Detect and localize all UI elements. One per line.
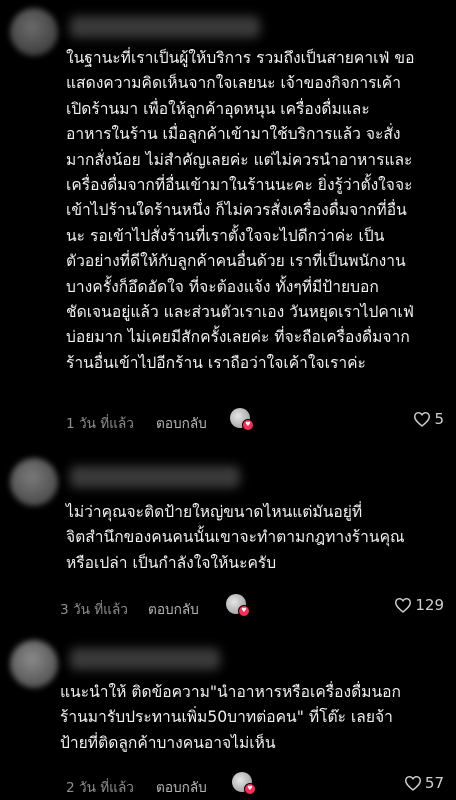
heart-badge-icon: ♥ <box>242 419 254 431</box>
comment-line: เครื่องดื่มจากที่อื่นเข้ามาในร้านนะคะ ยิ… <box>66 176 413 195</box>
username[interactable] <box>70 648 220 670</box>
username[interactable] <box>70 466 240 488</box>
heart-badge-icon: ♥ <box>238 605 250 617</box>
like-count: 129 <box>415 596 444 614</box>
comment-line: จิตสำนึกของคนคนนั้นเขาจะทำตามกฎทางร้านคุ… <box>66 528 405 547</box>
comment-line: ตัวอย่างที่ดีให้กับลูกค้าคนอื่นด้วย เราท… <box>66 252 406 271</box>
heart-outline-icon <box>395 597 412 613</box>
avatar[interactable] <box>10 640 58 688</box>
username[interactable] <box>70 16 260 38</box>
heart-outline-icon <box>414 411 431 427</box>
comment-line: อาหารในร้าน เมื่อลูกค้าเข้ามาใช้บริการแล… <box>66 125 401 144</box>
comment-line: ป้ายที่ติดลูกค้าบางคนอาจไม่เห็น <box>60 733 276 752</box>
comment-text: ไม่ว่าคุณจะติดป้ายใหญ่ขนาดไหนแต่มันอยู่ท… <box>66 500 446 576</box>
comment-meta: 3 วัน ที่แล้ว ตอบกลับ ♥ 129 <box>60 594 444 620</box>
reply-button[interactable]: ตอบกลับ <box>156 412 207 434</box>
comment-text: ในฐานะที่เราเป็นผู้ให้บริการ รวมถึงเป็นส… <box>66 46 446 376</box>
timestamp: 1 วัน ที่แล้ว <box>66 416 134 432</box>
comment-feed: ในฐานะที่เราเป็นผู้ให้บริการ รวมถึงเป็นส… <box>0 0 456 800</box>
like-button[interactable]: 5 <box>413 410 444 428</box>
like-button[interactable]: 129 <box>394 596 444 614</box>
comment-line: บ่อยมาก ไม่เคยมีสักครั้งเลยค่ะ ที่จะถือเ… <box>66 328 410 347</box>
comment-item: ในฐานะที่เราเป็นผู้ให้บริการ รวมถึงเป็นส… <box>0 0 456 440</box>
comment-line: ร้านมารับประทานเพิ่ม50บาทต่อคน" ที่โต๊ะ … <box>60 708 393 727</box>
like-count: 5 <box>434 410 444 428</box>
heart-badge-icon: ♥ <box>244 783 256 795</box>
comment-text: แนะนำให้ ติดข้อความ"นำอาหารหรือเครื่องดื… <box>60 680 446 756</box>
comment-line: ร้านอื่นเข้าไปอีกร้าน เราถือว่าใจเค้าใจเ… <box>66 353 366 372</box>
timestamp: 2 วัน ที่แล้ว <box>66 780 134 796</box>
like-count: 57 <box>424 774 444 792</box>
comment-meta: 2 วัน ที่แล้ว ตอบกลับ ♥ 57 <box>66 772 444 798</box>
comment-line: เข้าไปร้านใดร้านหนึ่ง ก็ไม่ควรสั่งเครื่อ… <box>66 201 407 220</box>
comment-line: แนะนำให้ ติดข้อความ"นำอาหารหรือเครื่องดื… <box>60 683 401 701</box>
timestamp: 3 วัน ที่แล้ว <box>60 602 128 618</box>
comment-line: บางครั้งก็อึดอัดใจ ที่จะต้องแจ้ง ทั้งๆที… <box>66 277 379 296</box>
comment-item: แนะนำให้ ติดข้อความ"นำอาหารหรือเครื่องดื… <box>0 634 456 800</box>
avatar[interactable] <box>10 8 58 56</box>
comment-item: ไม่ว่าคุณจะติดป้ายใหญ่ขนาดไหนแต่มันอยู่ท… <box>0 448 456 628</box>
comment-line: มากสั่งน้อย ไม่สำคัญเลยค่ะ แต่ไม่ควรนำอา… <box>66 150 413 169</box>
comment-line: เปิดร้านมา เพื่อให้ลูกค้าอุดหนุน เครื่อง… <box>66 99 370 118</box>
like-button[interactable]: 57 <box>404 774 444 792</box>
comment-line: นะ รอเข้าไปสั่งร้านที่เราตั้งใจจะไปดีกว่… <box>66 226 385 245</box>
comment-line: ชัดเจนอยู่แล้ว และส่วนตัวเราเอง วันหยุดเ… <box>66 303 414 322</box>
comment-line: หรือเปล่า เป็นกำลังใจให้นะครับ <box>66 553 277 572</box>
comment-line: ไม่ว่าคุณจะติดป้ายใหญ่ขนาดไหนแต่มันอยู่ท… <box>66 503 363 521</box>
comment-meta: 1 วัน ที่แล้ว ตอบกลับ ♥ 5 <box>66 408 444 434</box>
comment-line: แสดงความคิดเห็นจากใจเลยนะ เจ้าของกิจการเ… <box>66 74 401 93</box>
reply-button[interactable]: ตอบกลับ <box>156 776 207 798</box>
comment-line: ในฐานะที่เราเป็นผู้ให้บริการ รวมถึงเป็นส… <box>66 49 415 67</box>
reply-button[interactable]: ตอบกลับ <box>148 598 199 620</box>
heart-outline-icon <box>404 775 421 791</box>
avatar[interactable] <box>10 458 58 506</box>
